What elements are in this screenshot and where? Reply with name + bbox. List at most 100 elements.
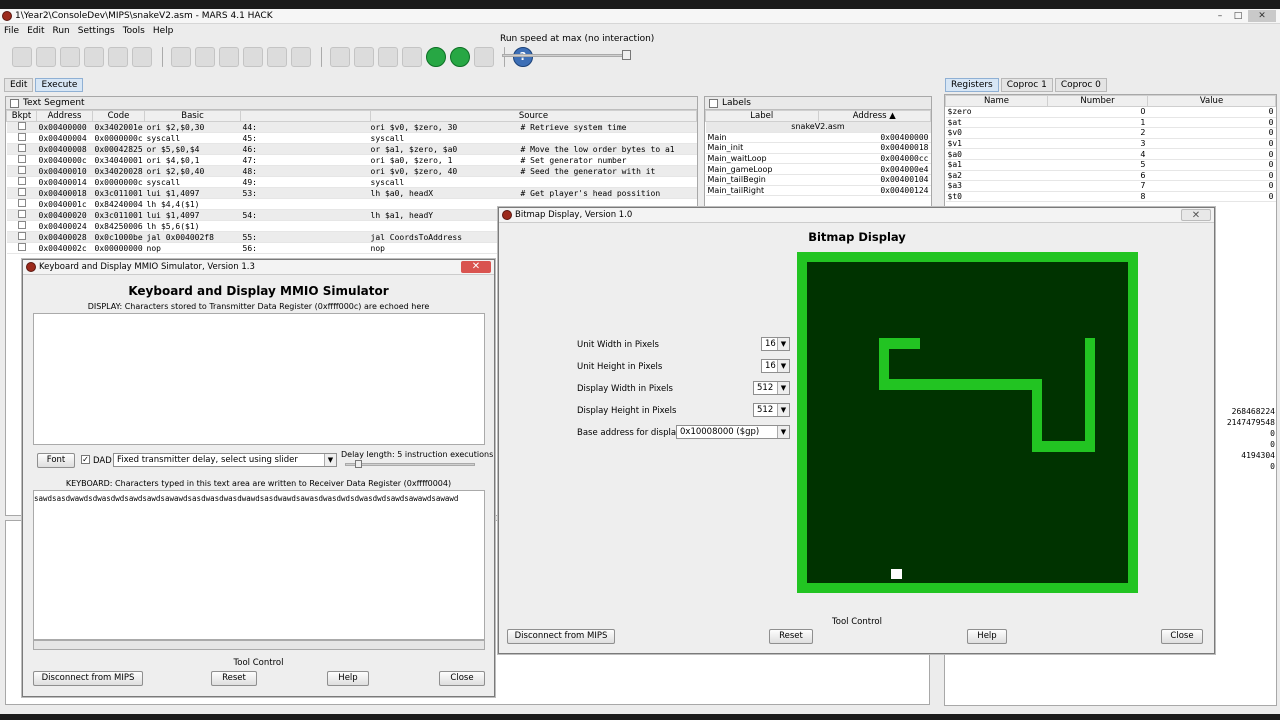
dad-checkbox[interactable]: ✓ <box>81 455 90 464</box>
breakpoint-checkbox[interactable] <box>17 144 26 152</box>
breakpoint-checkbox[interactable] <box>17 243 26 251</box>
register-row[interactable]: $a3 7 0 <box>945 180 1276 192</box>
breakpoint-cell[interactable] <box>6 132 37 144</box>
breakpoint-checkbox[interactable] <box>17 210 26 218</box>
display-width-select[interactable]: 512 ▼ <box>753 381 790 395</box>
mmio-disconnect-button[interactable]: Disconnect from MIPS <box>33 671 143 686</box>
col-reg-name[interactable]: Name <box>945 95 1048 107</box>
unit-height-select[interactable]: 16 ▼ <box>761 359 790 373</box>
breakpoint-checkbox[interactable] <box>17 188 26 196</box>
bitmap-reset-button[interactable]: Reset <box>769 629 813 644</box>
cut-icon[interactable] <box>219 47 239 67</box>
breakpoint-cell[interactable] <box>6 198 37 210</box>
breakpoint-cell[interactable] <box>6 187 37 199</box>
tab-coproc1[interactable]: Coproc 1 <box>1000 78 1053 92</box>
col-basic[interactable]: Basic <box>144 110 241 122</box>
undo-icon[interactable] <box>171 47 191 67</box>
mmio-close-icon[interactable]: ✕ <box>461 261 491 273</box>
menu-file[interactable]: File <box>4 26 19 36</box>
tab-execute[interactable]: Execute <box>35 78 84 92</box>
help-icon[interactable]: ? <box>513 47 533 67</box>
col-bkpt[interactable]: Bkpt <box>6 110 37 122</box>
paste-icon[interactable] <box>267 47 287 67</box>
col-source[interactable]: Source <box>370 110 697 122</box>
run-speed-slider[interactable] <box>502 54 630 57</box>
label-row[interactable]: Main_waitLoop 0x004000cc <box>705 153 931 165</box>
menu-tools[interactable]: Tools <box>123 26 145 36</box>
base-address-select[interactable]: 0x10008000 ($gp) ▼ <box>676 425 790 439</box>
font-button[interactable]: Font <box>37 453 75 468</box>
register-row[interactable]: $a2 6 0 <box>945 170 1276 182</box>
label-row[interactable]: Main_tailRight 0x00400124 <box>705 185 931 197</box>
new-file-icon[interactable] <box>12 47 32 67</box>
stop-icon[interactable] <box>450 47 470 67</box>
breakpoint-cell[interactable] <box>6 231 37 243</box>
breakpoint-cell[interactable] <box>6 154 37 166</box>
breakpoint-checkbox[interactable] <box>17 133 26 141</box>
open-file-icon[interactable] <box>36 47 56 67</box>
mmio-reset-button[interactable]: Reset <box>211 671 257 686</box>
backstep-icon[interactable] <box>402 47 422 67</box>
register-row[interactable]: $a1 5 0 <box>945 159 1276 171</box>
label-row[interactable]: Main_gameLoop 0x004000e4 <box>705 163 931 175</box>
table-row[interactable]: 0x00400008 0x00042825 or $5,$0,$4 46: or $a1… <box>6 143 697 155</box>
breakpoint-cell[interactable] <box>6 209 37 221</box>
reset-icon[interactable] <box>474 47 494 67</box>
find-replace-icon[interactable] <box>291 47 311 67</box>
col-reg-value[interactable]: Value <box>1147 95 1276 107</box>
col-label[interactable]: Label <box>705 110 819 122</box>
breakpoint-checkbox[interactable] <box>17 122 26 130</box>
display-text-area[interactable] <box>33 313 485 445</box>
dump-memory-icon[interactable] <box>108 47 128 67</box>
breakpoint-cell[interactable] <box>6 165 37 177</box>
tab-edit[interactable]: Edit <box>4 78 34 92</box>
keyboard-horizontal-scrollbar[interactable] <box>33 640 485 650</box>
delay-select[interactable]: Fixed transmitter delay, select using sl… <box>113 453 337 467</box>
mmio-close-button[interactable]: Close <box>439 671 485 686</box>
register-row[interactable]: $v0 2 0 <box>945 127 1276 139</box>
table-row[interactable]: 0x00400004 0x0000000c syscall 45: syscall <box>6 132 697 144</box>
breakpoint-checkbox[interactable] <box>17 199 26 207</box>
maximize-button[interactable]: □ <box>1230 10 1246 22</box>
step-icon[interactable] <box>378 47 398 67</box>
copy-icon[interactable] <box>243 47 263 67</box>
menu-edit[interactable]: Edit <box>27 26 44 36</box>
bitmap-disconnect-button[interactable]: Disconnect from MIPS <box>507 629 615 644</box>
register-row[interactable]: $at 1 0 <box>945 117 1276 129</box>
table-row[interactable]: 0x00400010 0x34020028 ori $2,$0,40 48: ori $… <box>6 165 697 177</box>
bitmap-close-icon[interactable]: ✕ <box>1181 209 1211 221</box>
register-row[interactable]: $t0 8 0 <box>945 191 1276 203</box>
label-row[interactable]: Main_init 0x00400018 <box>705 142 931 154</box>
assemble-icon[interactable] <box>330 47 350 67</box>
breakpoint-checkbox[interactable] <box>17 155 26 163</box>
unit-width-select[interactable]: 16 ▼ <box>761 337 790 351</box>
label-row[interactable]: Main 0x00400000 <box>705 132 931 144</box>
menu-run[interactable]: Run <box>53 26 70 36</box>
delay-slider-thumb[interactable] <box>355 460 362 468</box>
register-row[interactable]: $v1 3 0 <box>945 138 1276 150</box>
breakpoint-cell[interactable] <box>6 220 37 232</box>
bitmap-close-button[interactable]: Close <box>1161 629 1203 644</box>
breakpoint-checkbox[interactable] <box>17 177 26 185</box>
print-icon[interactable] <box>132 47 152 67</box>
breakpoint-cell[interactable] <box>6 143 37 155</box>
save-file-icon[interactable] <box>60 47 80 67</box>
keyboard-text-area[interactable]: sawdsasdwawdsdwasdwdsawdsawdsawawdsasdwa… <box>33 490 485 640</box>
col-line[interactable] <box>240 110 371 122</box>
minimize-button[interactable]: – <box>1212 10 1228 22</box>
pause-icon[interactable] <box>426 47 446 67</box>
col-label-address[interactable]: Address ▲ <box>817 110 931 122</box>
breakpoint-checkbox[interactable] <box>17 232 26 240</box>
run-icon[interactable] <box>354 47 374 67</box>
redo-icon[interactable] <box>195 47 215 67</box>
menu-settings[interactable]: Settings <box>78 26 115 36</box>
menu-help[interactable]: Help <box>153 26 174 36</box>
run-speed-slider-thumb[interactable] <box>622 50 631 60</box>
breakpoint-checkbox[interactable] <box>17 221 26 229</box>
breakpoint-checkbox[interactable] <box>17 166 26 174</box>
mmio-help-button[interactable]: Help <box>327 671 369 686</box>
col-address[interactable]: Address <box>36 110 93 122</box>
register-row[interactable]: $zero 0 0 <box>945 106 1276 118</box>
breakpoint-cell[interactable] <box>6 121 37 133</box>
label-row[interactable]: Main_tailBegin 0x00400104 <box>705 174 931 186</box>
